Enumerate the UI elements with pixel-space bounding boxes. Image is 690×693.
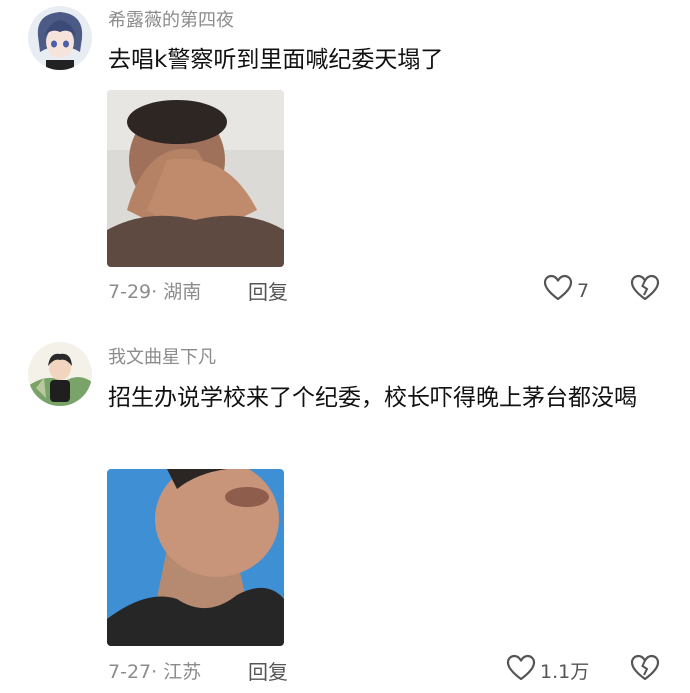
like-button[interactable]: 7 (543, 274, 589, 307)
comment-image[interactable] (107, 469, 284, 646)
broken-heart-icon (630, 654, 660, 686)
reply-button[interactable]: 回复 (248, 276, 288, 305)
comment-text: 招生办说学校来了个纪委，校长吓得晚上茅台都没喝 (108, 385, 637, 411)
avatar[interactable] (28, 6, 92, 70)
comment-date-location: 7-27· 江苏 (108, 661, 202, 683)
username[interactable]: 我文曲星下凡 (108, 343, 216, 369)
comment-date-location: 7-29· 湖南 (108, 281, 202, 303)
dislike-button[interactable] (630, 654, 660, 686)
broken-heart-icon (630, 274, 660, 306)
like-count: 7 (577, 279, 590, 302)
username[interactable]: 希露薇的第四夜 (108, 6, 234, 32)
avatar[interactable] (28, 342, 92, 406)
heart-outline-icon (506, 654, 536, 687)
comment-text: 去唱k警察听到里面喊纪委天塌了 (108, 47, 444, 73)
comment-image[interactable] (107, 90, 284, 267)
heart-outline-icon (543, 274, 573, 307)
dislike-button[interactable] (630, 274, 660, 306)
reply-button[interactable]: 回复 (248, 656, 288, 685)
like-count: 1.1万 (540, 661, 590, 683)
like-button[interactable]: 1.1万 (506, 654, 589, 687)
